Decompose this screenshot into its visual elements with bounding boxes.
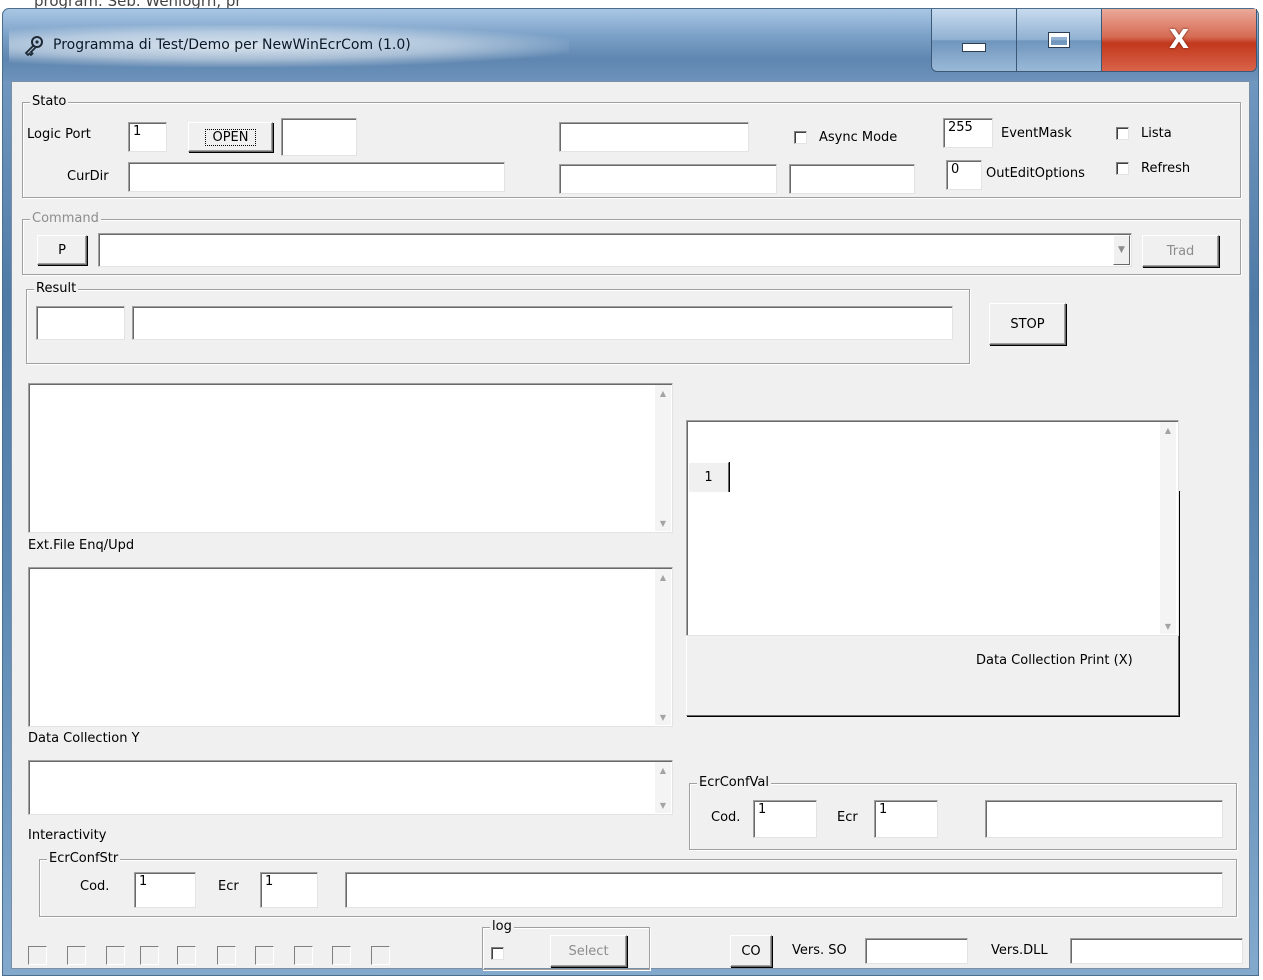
ecr-conf-str-ecr-label: Ecr	[218, 879, 239, 894]
scroll-down-icon[interactable]: ▼	[655, 709, 671, 725]
select-button[interactable]: Select	[550, 935, 627, 967]
maximize-icon	[1048, 32, 1070, 48]
out-edit-options-label: OutEditOptions	[986, 166, 1085, 181]
data-collection-y-scrollbar[interactable]: ▲ ▼	[655, 569, 671, 725]
wrench-key-icon	[24, 36, 43, 57]
ext-file-scrollbar[interactable]: ▲ ▼	[655, 385, 671, 531]
async-mode-label: Async Mode	[819, 130, 898, 145]
command-combo-arrow[interactable]: ▼	[1113, 235, 1130, 265]
async-mode-checkbox[interactable]	[794, 131, 807, 144]
scroll-up-icon[interactable]: ▲	[655, 569, 671, 585]
stato-field-top-middle[interactable]	[559, 122, 749, 152]
scroll-up-icon[interactable]: ▲	[1160, 422, 1176, 438]
indicator-light	[140, 946, 159, 965]
result-group-label: Result	[34, 281, 79, 297]
status-output-field[interactable]	[281, 118, 357, 156]
tab-1[interactable]: 1	[688, 462, 729, 492]
scroll-up-icon[interactable]: ▲	[655, 385, 671, 401]
open-button-label: OPEN	[205, 128, 256, 146]
refresh-label: Refresh	[1141, 161, 1191, 176]
vers-dll-label: Vers.DLL	[991, 943, 1048, 958]
trad-button[interactable]: Trad	[1142, 235, 1219, 267]
event-mask-input[interactable]: 255	[943, 118, 993, 148]
lista-label: Lista	[1141, 126, 1172, 141]
scroll-down-icon[interactable]: ▼	[655, 797, 671, 813]
window-title: Programma di Test/Demo per NewWinEcrCom …	[53, 37, 411, 53]
lista-checkbox[interactable]	[1116, 127, 1129, 140]
main-window: Programma di Test/Demo per NewWinEcrCom …	[2, 8, 1259, 976]
indicator-light	[177, 946, 196, 965]
indicator-light	[332, 946, 351, 965]
data-collection-y-label: Data Collection Y	[28, 731, 140, 746]
scroll-down-icon[interactable]: ▼	[655, 515, 671, 531]
open-button[interactable]: OPEN	[188, 122, 273, 152]
log-checkbox[interactable]	[491, 947, 504, 960]
command-combobox[interactable]	[98, 233, 1132, 267]
caption-buttons: X	[931, 9, 1257, 72]
ecr-conf-val-cod-label: Cod.	[711, 810, 741, 825]
ecr-conf-str-group-label: EcrConfStr	[47, 851, 121, 867]
result-message-field[interactable]	[132, 306, 953, 340]
log-group-label: log	[490, 919, 514, 935]
stato-field-bottom-middle[interactable]	[559, 164, 777, 194]
ecr-conf-val-ecr-label: Ecr	[837, 810, 858, 825]
vers-dll-field[interactable]	[1070, 938, 1243, 964]
ecr-conf-val-ecr-input[interactable]: 1	[874, 800, 938, 838]
indicator-light	[371, 946, 390, 965]
result-code-field[interactable]	[36, 306, 125, 340]
ecr-conf-val-cod-input[interactable]: 1	[753, 800, 817, 838]
refresh-checkbox[interactable]	[1116, 162, 1129, 175]
dialog-client-area: Stato Logic Port 1 OPEN Async Mode 255 E…	[11, 81, 1250, 970]
event-mask-label: EventMask	[1001, 126, 1072, 141]
data-collection-print-scrollbar[interactable]: ▲ ▼	[1160, 422, 1176, 634]
ecr-conf-str-cod-input[interactable]: 1	[134, 872, 196, 908]
scroll-down-icon[interactable]: ▼	[1160, 618, 1176, 634]
stato-group-label: Stato	[30, 94, 69, 110]
minimize-button[interactable]	[932, 9, 1017, 71]
interactivity-scrollbar[interactable]: ▲ ▼	[655, 762, 671, 813]
indicator-light	[67, 946, 86, 965]
p-button[interactable]: P	[37, 235, 87, 265]
indicator-light	[294, 946, 313, 965]
close-icon: X	[1168, 25, 1190, 55]
ecr-conf-val-group-label: EcrConfVal	[697, 775, 772, 791]
command-group-label: Command	[30, 211, 101, 227]
curdir-input[interactable]	[128, 162, 505, 192]
vers-so-label: Vers. SO	[792, 943, 847, 958]
curdir-label: CurDir	[67, 169, 109, 184]
interactivity-label: Interactivity	[28, 828, 107, 843]
ext-file-textarea[interactable]	[28, 383, 673, 533]
stato-field-bottom-right[interactable]	[789, 164, 915, 194]
close-button[interactable]: X	[1102, 9, 1256, 71]
vers-so-field[interactable]	[865, 938, 968, 964]
logic-port-input[interactable]: 1	[128, 122, 167, 152]
minimize-icon	[962, 42, 986, 52]
ecr-conf-str-value-field[interactable]	[345, 872, 1223, 908]
out-edit-options-input[interactable]: 0	[946, 160, 982, 190]
ecr-conf-val-value-field[interactable]	[985, 800, 1223, 838]
data-collection-y-textarea[interactable]	[28, 567, 673, 727]
ecr-conf-str-cod-label: Cod.	[80, 879, 110, 894]
indicator-light	[255, 946, 274, 965]
ecr-conf-str-ecr-input[interactable]: 1	[260, 872, 318, 908]
maximize-button[interactable]	[1017, 9, 1102, 71]
data-collection-print-textarea[interactable]	[686, 420, 1179, 636]
title-bar[interactable]: Programma di Test/Demo per NewWinEcrCom …	[3, 9, 1258, 81]
indicator-light	[28, 946, 47, 965]
indicator-light	[106, 946, 125, 965]
co-button[interactable]: CO	[730, 935, 772, 967]
data-collection-print-label: Data Collection Print (X)	[976, 653, 1133, 668]
logic-port-label: Logic Port	[27, 127, 91, 142]
interactivity-textarea[interactable]	[28, 760, 673, 815]
scroll-up-icon[interactable]: ▲	[655, 762, 671, 778]
stop-button[interactable]: STOP	[989, 303, 1066, 345]
ext-file-label: Ext.File Enq/Upd	[28, 538, 135, 553]
chevron-down-icon: ▼	[1118, 245, 1125, 255]
indicator-light	[217, 946, 236, 965]
